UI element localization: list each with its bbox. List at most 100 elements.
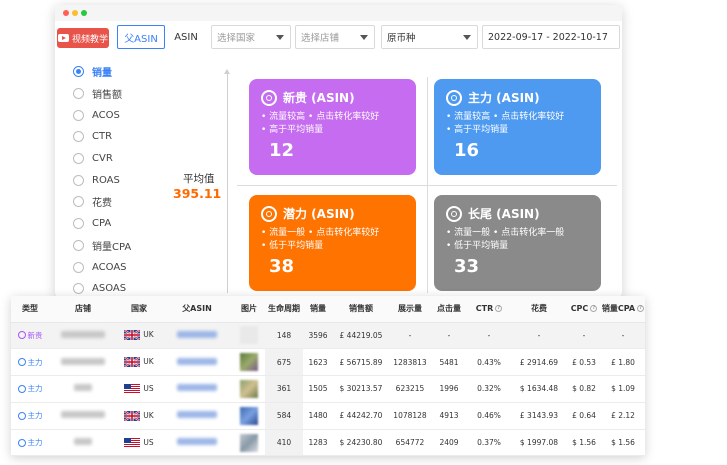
metric-option[interactable]: CPA bbox=[73, 213, 131, 235]
product-thumbnail[interactable] bbox=[240, 433, 258, 452]
table-row[interactable]: 新贵 UK 148 3596 £ 44219.05- - - - - - bbox=[11, 322, 645, 350]
sales-cell: 3596 bbox=[303, 322, 333, 350]
currency-select[interactable]: 原币种 bbox=[381, 25, 478, 49]
column-header[interactable]: CPC? bbox=[567, 296, 601, 323]
column-header[interactable]: 父ASIN bbox=[161, 296, 233, 323]
sales-cell: 1283 bbox=[303, 429, 333, 457]
impressions-cell: 1078128 bbox=[389, 402, 431, 430]
parent-asin-blurred[interactable] bbox=[177, 330, 217, 338]
impressions-cell: 623215 bbox=[389, 375, 431, 403]
cpc-cell: £ 0.53 bbox=[567, 348, 601, 377]
product-thumbnail[interactable] bbox=[240, 379, 258, 398]
column-header[interactable]: 销量 bbox=[303, 296, 333, 323]
metric-option[interactable]: ACOS bbox=[73, 104, 131, 126]
column-header[interactable]: 类型 bbox=[11, 296, 49, 323]
store-select[interactable]: 选择店铺 bbox=[295, 25, 375, 49]
parent-asin-blurred[interactable] bbox=[177, 357, 217, 365]
column-header-label: 展示量 bbox=[398, 304, 422, 314]
tab-parent-asin[interactable]: 父ASIN bbox=[117, 25, 165, 49]
sales-cpa-cell: - bbox=[601, 322, 645, 350]
metric-option[interactable]: ASOAS bbox=[73, 278, 131, 298]
parent-asin-blurred[interactable] bbox=[177, 438, 217, 446]
video-tutorial-button[interactable]: 视频教学 bbox=[57, 28, 109, 48]
radio-icon[interactable] bbox=[73, 174, 84, 186]
metric-option[interactable]: 花费 bbox=[73, 191, 131, 213]
radio-icon[interactable] bbox=[73, 196, 84, 208]
table-row[interactable]: 主力 UK 584 1480 £ 44242.70 1078128 4913 0.46% £ 3… bbox=[11, 402, 645, 430]
radio-icon[interactable] bbox=[73, 66, 84, 78]
column-header[interactable]: CTR? bbox=[467, 296, 511, 323]
column-header-label: 店铺 bbox=[75, 304, 91, 314]
image-cell bbox=[233, 429, 265, 457]
metric-option[interactable]: 销量CPA bbox=[73, 235, 131, 257]
parent-asin-cell[interactable] bbox=[161, 322, 233, 350]
radio-icon[interactable] bbox=[73, 218, 84, 230]
metric-option[interactable]: CTR bbox=[73, 126, 131, 148]
quadrant-card-new-star[interactable]: 新贵 (ASIN) • 流量较高 • 点击转化率较好 • 高于平均销量 12 bbox=[249, 79, 416, 175]
quadrant-card-long-tail[interactable]: 长尾 (ASIN) • 流量一般 • 点击转化率一般 • 低于平均销量 33 bbox=[434, 195, 601, 291]
help-icon[interactable]: ? bbox=[590, 305, 598, 313]
country-select[interactable]: 选择国家 bbox=[211, 25, 291, 49]
column-header[interactable]: 国家 bbox=[117, 296, 161, 323]
close-window-dot[interactable] bbox=[63, 10, 69, 16]
parent-asin-blurred[interactable] bbox=[177, 411, 217, 419]
help-icon[interactable]: ? bbox=[637, 305, 645, 313]
window-titlebar bbox=[55, 5, 622, 21]
quadrant-title: 主力 (ASIN) bbox=[468, 91, 540, 105]
ctr-cell: 0.37% bbox=[467, 429, 511, 457]
maximize-window-dot[interactable] bbox=[81, 10, 87, 16]
type-cell: 主力 bbox=[11, 402, 49, 430]
quadrant-count: 33 bbox=[454, 256, 480, 277]
radio-icon[interactable] bbox=[73, 239, 84, 251]
minimize-window-dot[interactable] bbox=[72, 10, 78, 16]
radio-icon[interactable] bbox=[73, 283, 84, 295]
product-thumbnail[interactable] bbox=[240, 353, 258, 372]
metric-option-label: ACOAS bbox=[92, 261, 127, 273]
type-icon bbox=[17, 331, 26, 340]
parent-asin-cell[interactable] bbox=[161, 348, 233, 377]
metric-option[interactable]: 销量 bbox=[73, 61, 131, 83]
column-header[interactable]: 生命周期 bbox=[265, 296, 303, 323]
parent-asin-blurred[interactable] bbox=[177, 384, 217, 392]
column-header[interactable]: 销售额 bbox=[333, 296, 389, 323]
column-header[interactable]: 花费 bbox=[511, 296, 567, 323]
column-header-label: 销量CPA bbox=[601, 304, 636, 314]
date-range-picker[interactable]: 2022-09-17 - 2022-10-17 bbox=[482, 25, 620, 49]
parent-asin-cell[interactable] bbox=[161, 375, 233, 403]
metric-option[interactable]: ROAS bbox=[73, 169, 131, 191]
radio-icon[interactable] bbox=[73, 88, 84, 100]
column-header[interactable]: 图片 bbox=[233, 296, 265, 323]
quadrant-card-potential[interactable]: 潜力 (ASIN) • 流量一般 • 点击转化率较好 • 低于平均销量 38 bbox=[249, 195, 416, 291]
radio-icon[interactable] bbox=[73, 261, 84, 273]
help-icon[interactable]: ? bbox=[495, 305, 503, 313]
column-header[interactable]: 销量CPA? bbox=[601, 296, 645, 323]
table-row[interactable]: 主力 UK 675 1623 £ 56715.89 1283813 5481 0.43% £ 2… bbox=[11, 348, 645, 377]
lifecycle-cell: 584 bbox=[265, 402, 303, 430]
column-header[interactable]: 点击量 bbox=[431, 296, 467, 323]
quadrant-card-main-force[interactable]: 主力 (ASIN) • 流量较高 • 点击转化率较好 • 高于平均销量 16 bbox=[434, 79, 601, 175]
cpc-cell: - bbox=[567, 322, 601, 350]
table-row[interactable]: 主力 US 410 1283 $ 24230.80 654772 2409 0.37% $ 19… bbox=[11, 429, 645, 457]
metric-option[interactable]: ACOAS bbox=[73, 256, 131, 278]
column-header[interactable]: 展示量 bbox=[389, 296, 431, 323]
radio-icon[interactable] bbox=[73, 131, 84, 143]
column-header-label: 类型 bbox=[22, 304, 38, 314]
lifecycle-cell: 148 bbox=[265, 322, 303, 350]
spend-cell: - bbox=[511, 322, 567, 350]
tab-asin[interactable]: ASIN bbox=[167, 25, 205, 49]
spend-cell: £ 2914.69 bbox=[511, 348, 567, 377]
radio-icon[interactable] bbox=[73, 109, 84, 121]
quadrant-desc-line2: • 高于平均销量 bbox=[446, 125, 509, 135]
parent-asin-cell[interactable] bbox=[161, 429, 233, 457]
radio-icon[interactable] bbox=[73, 153, 84, 165]
country-cell: UK bbox=[117, 348, 161, 377]
product-thumbnail[interactable] bbox=[240, 406, 258, 425]
metric-option[interactable]: 销售额 bbox=[73, 83, 131, 105]
column-header[interactable]: 店铺 bbox=[49, 296, 117, 323]
product-thumbnail[interactable] bbox=[240, 326, 258, 345]
quadrant-count: 16 bbox=[454, 140, 480, 161]
table-row[interactable]: 主力 US 361 1505 $ 30213.57 623215 1996 0.32% $ 16… bbox=[11, 375, 645, 403]
metric-option[interactable]: CVR bbox=[73, 148, 131, 170]
parent-asin-cell[interactable] bbox=[161, 402, 233, 430]
sales-cpa-cell: £ 1.80 bbox=[601, 348, 645, 377]
